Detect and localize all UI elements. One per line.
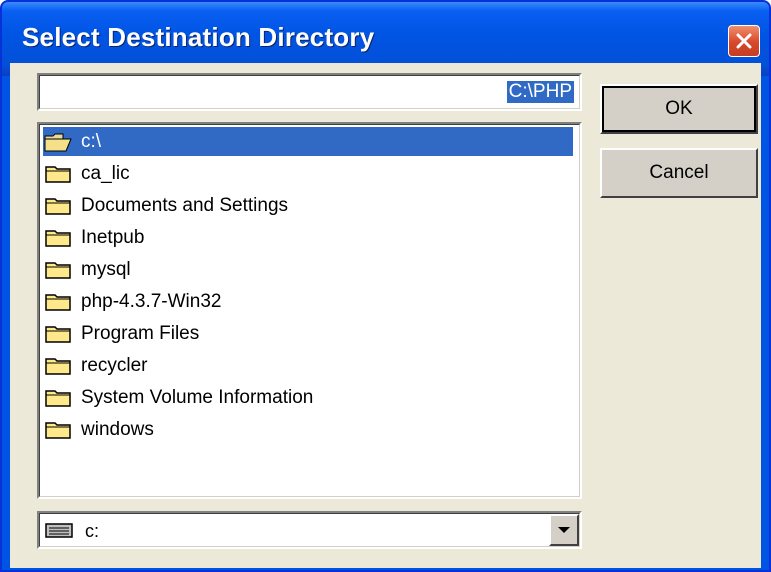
directory-item-root[interactable]: c:\ xyxy=(43,127,573,156)
directory-item[interactable]: Program Files xyxy=(43,319,573,348)
cancel-button[interactable]: Cancel xyxy=(600,148,758,198)
folder-icon xyxy=(45,357,71,375)
directory-item-label: Documents and Settings xyxy=(81,194,289,216)
cancel-button-label: Cancel xyxy=(649,162,709,183)
directory-item-label: System Volume Information xyxy=(81,386,314,408)
directory-item-label: ca_lic xyxy=(81,162,130,184)
folder-icon xyxy=(45,421,71,439)
folder-icon xyxy=(45,197,71,215)
dialog-window: Select Destination Directory C:\PHP OK C… xyxy=(0,0,771,572)
dialog-body: C:\PHP OK Cancel c:\ ca_lic Documents an… xyxy=(10,63,761,568)
close-icon xyxy=(736,33,752,49)
directory-item-label: mysql xyxy=(81,258,131,280)
directory-list[interactable]: c:\ ca_lic Documents and Settings Inetpu… xyxy=(37,122,582,499)
directory-item[interactable]: php-4.3.7-Win32 xyxy=(43,287,573,316)
folder-icon xyxy=(45,293,71,311)
directory-item[interactable]: windows xyxy=(43,415,573,444)
path-input-value: C:\PHP xyxy=(506,81,574,103)
directory-item[interactable]: recycler xyxy=(43,351,573,380)
directory-item-label: c:\ xyxy=(81,130,102,152)
window-title: Select Destination Directory xyxy=(22,22,375,52)
directory-item[interactable]: Documents and Settings xyxy=(43,191,573,220)
drive-dropdown-button[interactable] xyxy=(549,514,579,546)
directory-item-label: Program Files xyxy=(81,322,200,344)
drive-select[interactable]: c: xyxy=(37,511,582,549)
ok-button[interactable]: OK xyxy=(600,84,758,134)
directory-item-label: recycler xyxy=(81,354,148,376)
close-button[interactable] xyxy=(728,25,760,57)
directory-item[interactable]: ca_lic xyxy=(43,159,573,188)
directory-item-label: windows xyxy=(81,418,154,440)
drive-icon xyxy=(45,523,73,538)
open-folder-icon xyxy=(44,133,72,151)
directory-item-label: php-4.3.7-Win32 xyxy=(81,290,222,312)
folder-icon xyxy=(45,261,71,279)
folder-icon xyxy=(45,165,71,183)
ok-button-label: OK xyxy=(665,98,693,119)
folder-icon xyxy=(45,325,71,343)
folder-icon xyxy=(45,229,71,247)
directory-item[interactable]: mysql xyxy=(43,255,573,284)
directory-item[interactable]: Inetpub xyxy=(43,223,573,252)
chevron-down-icon xyxy=(558,527,570,533)
folder-icon xyxy=(45,389,71,407)
directory-item[interactable]: System Volume Information xyxy=(43,383,573,412)
directory-item-label: Inetpub xyxy=(81,226,145,248)
drive-select-value: c: xyxy=(85,521,100,541)
path-input[interactable]: C:\PHP xyxy=(37,73,582,111)
